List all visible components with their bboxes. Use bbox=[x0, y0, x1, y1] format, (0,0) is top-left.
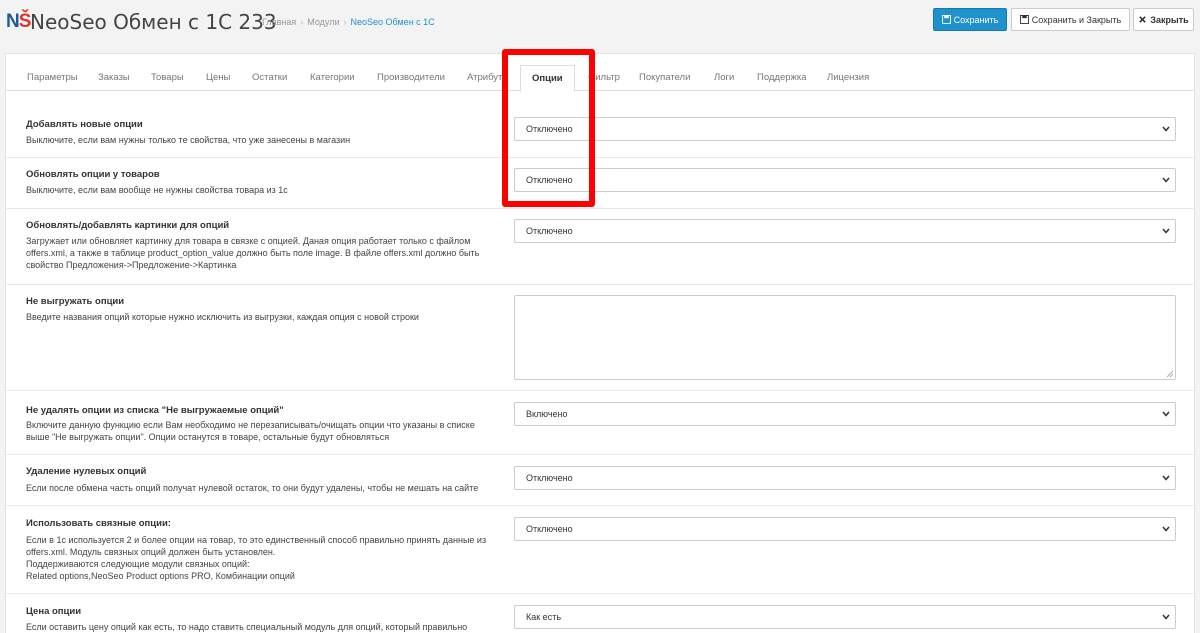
setting-title: Не выгружать опции bbox=[26, 296, 125, 307]
chevron-down-icon bbox=[1162, 411, 1170, 417]
keep-excluded-options-select[interactable]: Включено bbox=[514, 402, 1176, 426]
setting-help: Загружает или обновляет картинку для тов… bbox=[26, 236, 480, 270]
setting-help: Введите названия опций которые нужно иск… bbox=[26, 312, 419, 322]
select-value: Отключено bbox=[526, 473, 573, 483]
setting-row-keep-excluded-options: Не удалять опции из списка "Не выгружаем… bbox=[6, 391, 1194, 455]
setting-title: Не удалять опции из списка "Не выгружаем… bbox=[26, 405, 284, 416]
setting-row-option-price: Цена опции Если оставить цену опций как … bbox=[6, 594, 1194, 633]
tab-manufacturers[interactable]: Производители bbox=[377, 72, 445, 83]
tab-support[interactable]: Поддержка bbox=[757, 72, 807, 83]
breadcrumb-current[interactable]: NeoSeo Обмен с 1С bbox=[351, 17, 435, 27]
setting-row-related-options: Использовать связные опции: Если в 1с ис… bbox=[6, 506, 1194, 594]
close-icon bbox=[1139, 16, 1147, 23]
tab-options[interactable]: Опции bbox=[520, 65, 575, 92]
floppy-disk-icon bbox=[1019, 15, 1029, 24]
setting-title: Цена опции bbox=[26, 606, 82, 617]
save-button[interactable]: Сохранить bbox=[933, 8, 1007, 31]
related-options-select[interactable]: Отключено bbox=[514, 517, 1176, 541]
tab-attributes[interactable]: Атрибут bbox=[467, 72, 502, 83]
save-and-close-label: Сохранить и Закрыть bbox=[1031, 14, 1122, 25]
update-product-options-select[interactable]: Отключено bbox=[514, 168, 1176, 192]
breadcrumb-home[interactable]: Главная bbox=[262, 17, 296, 27]
chevron-down-icon bbox=[1162, 177, 1170, 183]
tab-logs[interactable]: Логи bbox=[714, 72, 734, 83]
chevron-down-icon bbox=[1162, 614, 1170, 620]
setting-help: Если в 1с используется 2 и более опции н… bbox=[26, 535, 487, 581]
select-value: Отключено bbox=[526, 226, 573, 236]
setting-title: Обновлять опции у товаров bbox=[26, 169, 160, 180]
option-price-select[interactable]: Как есть bbox=[514, 605, 1176, 629]
select-value: Включено bbox=[526, 409, 568, 419]
breadcrumb-separator: › bbox=[300, 17, 304, 27]
breadcrumb-modules[interactable]: Модули bbox=[307, 17, 339, 27]
add-new-options-select[interactable]: Отключено bbox=[514, 117, 1176, 141]
tab-parameters[interactable]: Параметры bbox=[27, 72, 78, 83]
chevron-down-icon bbox=[1162, 126, 1170, 132]
page-header: NŠ NeoSeo Обмен с 1С 233 Главная › Модул… bbox=[0, 0, 1200, 44]
save-button-label: Сохранить bbox=[953, 14, 999, 25]
setting-help: Выключите, если вам вообще не нужны свой… bbox=[26, 185, 288, 195]
setting-title: Использовать связные опции: bbox=[26, 518, 171, 529]
chevron-down-icon bbox=[1162, 475, 1170, 481]
chevron-down-icon bbox=[1162, 228, 1170, 234]
option-images-select[interactable]: Отключено bbox=[514, 219, 1176, 243]
tab-customers[interactable]: Покупатели bbox=[639, 72, 690, 83]
tab-stock[interactable]: Остатки bbox=[252, 72, 287, 83]
save-and-close-button[interactable]: Сохранить и Закрыть bbox=[1011, 8, 1130, 31]
tab-bar: Параметры Заказы Товары Цены Остатки Кат… bbox=[6, 63, 1194, 92]
exclude-options-textarea[interactable] bbox=[514, 295, 1176, 380]
select-value: Как есть bbox=[526, 612, 562, 622]
chevron-down-icon bbox=[1162, 526, 1170, 532]
tab-filter[interactable]: Фильтр bbox=[588, 72, 620, 83]
setting-row-delete-zero-options: Удаление нулевых опций Если после обмена… bbox=[6, 455, 1194, 506]
setting-title: Обновлять/добавлять картинки для опций bbox=[26, 220, 230, 231]
select-value: Отключено bbox=[526, 175, 573, 185]
setting-help: Выключите, если вам нужны только те свой… bbox=[26, 135, 351, 145]
setting-title: Добавлять новые опции bbox=[26, 119, 143, 130]
floppy-disk-icon bbox=[941, 15, 951, 24]
settings-panel: Параметры Заказы Товары Цены Остатки Кат… bbox=[5, 53, 1195, 633]
setting-row-option-images: Обновлять/добавлять картинки для опций З… bbox=[6, 209, 1194, 285]
breadcrumb: Главная › Модули › NeoSeo Обмен с 1С bbox=[262, 17, 435, 27]
tab-prices[interactable]: Цены bbox=[206, 72, 230, 83]
setting-title: Удаление нулевых опций bbox=[26, 466, 147, 477]
select-value: Отключено bbox=[526, 124, 573, 134]
breadcrumb-separator: › bbox=[343, 17, 347, 27]
page-title: NeoSeo Обмен с 1С 233 bbox=[30, 10, 277, 34]
setting-row-add-new-options: Добавлять новые опции Выключите, если ва… bbox=[6, 92, 1194, 158]
tab-license[interactable]: Лицензия bbox=[827, 72, 869, 83]
tab-categories[interactable]: Категории bbox=[310, 72, 355, 83]
neoseo-logo: NŠ bbox=[6, 11, 31, 32]
resize-grip-icon[interactable] bbox=[1167, 371, 1173, 377]
close-button-label: Закрыть bbox=[1150, 14, 1189, 25]
close-button[interactable]: Закрыть bbox=[1133, 8, 1194, 31]
setting-row-update-product-options: Обновлять опции у товаров Выключите, есл… bbox=[6, 158, 1194, 209]
select-value: Отключено bbox=[526, 524, 573, 534]
tab-products[interactable]: Товары bbox=[151, 72, 184, 83]
setting-help: Если оставить цену опций как есть, то на… bbox=[26, 622, 468, 632]
setting-help: Включите данную функцию если Вам необход… bbox=[26, 420, 475, 442]
tab-orders[interactable]: Заказы bbox=[98, 72, 130, 83]
setting-help: Если после обмена часть опций получат ну… bbox=[26, 483, 479, 493]
delete-zero-options-select[interactable]: Отключено bbox=[514, 466, 1176, 490]
setting-row-exclude-options: Не выгружать опции Введите названия опци… bbox=[6, 285, 1194, 391]
